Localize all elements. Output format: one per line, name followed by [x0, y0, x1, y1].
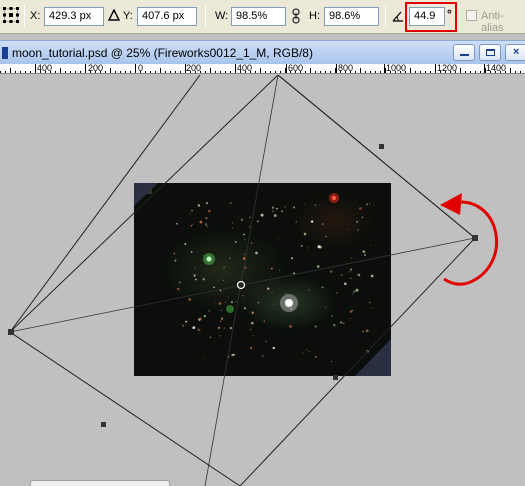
ruler-label: 400 — [37, 64, 53, 73]
width-label: W: — [215, 10, 229, 22]
rotate-angle-icon — [392, 11, 403, 22]
ruler-label: 1400 — [486, 64, 507, 73]
restore-button[interactable] — [479, 44, 501, 61]
separator — [205, 5, 206, 27]
x-label: X: — [30, 10, 41, 22]
close-button[interactable]: × — [505, 44, 525, 61]
separator — [24, 5, 25, 27]
minimize-button[interactable] — [453, 44, 475, 61]
transform-handle — [379, 144, 384, 149]
link-icon[interactable] — [291, 8, 301, 24]
height-field[interactable]: 98.6% — [324, 7, 379, 26]
ruler-label: 200 — [186, 64, 202, 73]
x-position-field[interactable]: 429.3 px — [44, 7, 104, 26]
transform-handle — [472, 235, 478, 241]
document-title: moon_tutorial.psd @ 25% (Fireworks0012_1… — [12, 46, 313, 60]
separator — [385, 5, 386, 27]
transform-handle — [8, 329, 14, 335]
width-field[interactable]: 98.5% — [231, 7, 286, 26]
height-label: H: — [309, 10, 320, 22]
options-bar: X: 429.3 px Y: 407.6 px W: 98.5% H: 98.6… — [0, 0, 525, 34]
ruler-label: 1200 — [437, 64, 458, 73]
ruler-label: 200 — [88, 64, 104, 73]
document-title-bar[interactable]: moon_tutorial.psd @ 25% (Fireworks0012_1… — [0, 40, 525, 64]
horizontal-scrollbar[interactable] — [30, 480, 170, 486]
horizontal-ruler[interactable]: 400 200 0 200 400 600 800 1000 1200 1400 — [0, 64, 525, 74]
ruler-label: 800 — [338, 64, 354, 73]
canvas-area[interactable] — [0, 75, 525, 486]
y-position-field[interactable]: 407.6 px — [137, 7, 197, 26]
ruler-label: 1000 — [386, 64, 407, 73]
transform-overlay — [8, 75, 499, 486]
angle-field[interactable]: 44.9 — [409, 7, 445, 26]
document-icon — [2, 47, 8, 59]
reference-point-icon[interactable] — [2, 6, 20, 24]
antialias-checkbox[interactable] — [466, 10, 477, 21]
y-label: Y: — [123, 10, 133, 22]
delta-icon — [108, 9, 120, 21]
ruler-label: 600 — [288, 64, 304, 73]
ruler-label: 0 — [138, 64, 144, 73]
antialias-label: Anti-alias — [481, 10, 504, 34]
ruler-label: 400 — [237, 64, 253, 73]
transform-handle — [333, 375, 338, 380]
transform-handle — [147, 189, 152, 194]
degree-symbol: ° — [447, 7, 452, 21]
transform-handle — [101, 422, 106, 427]
